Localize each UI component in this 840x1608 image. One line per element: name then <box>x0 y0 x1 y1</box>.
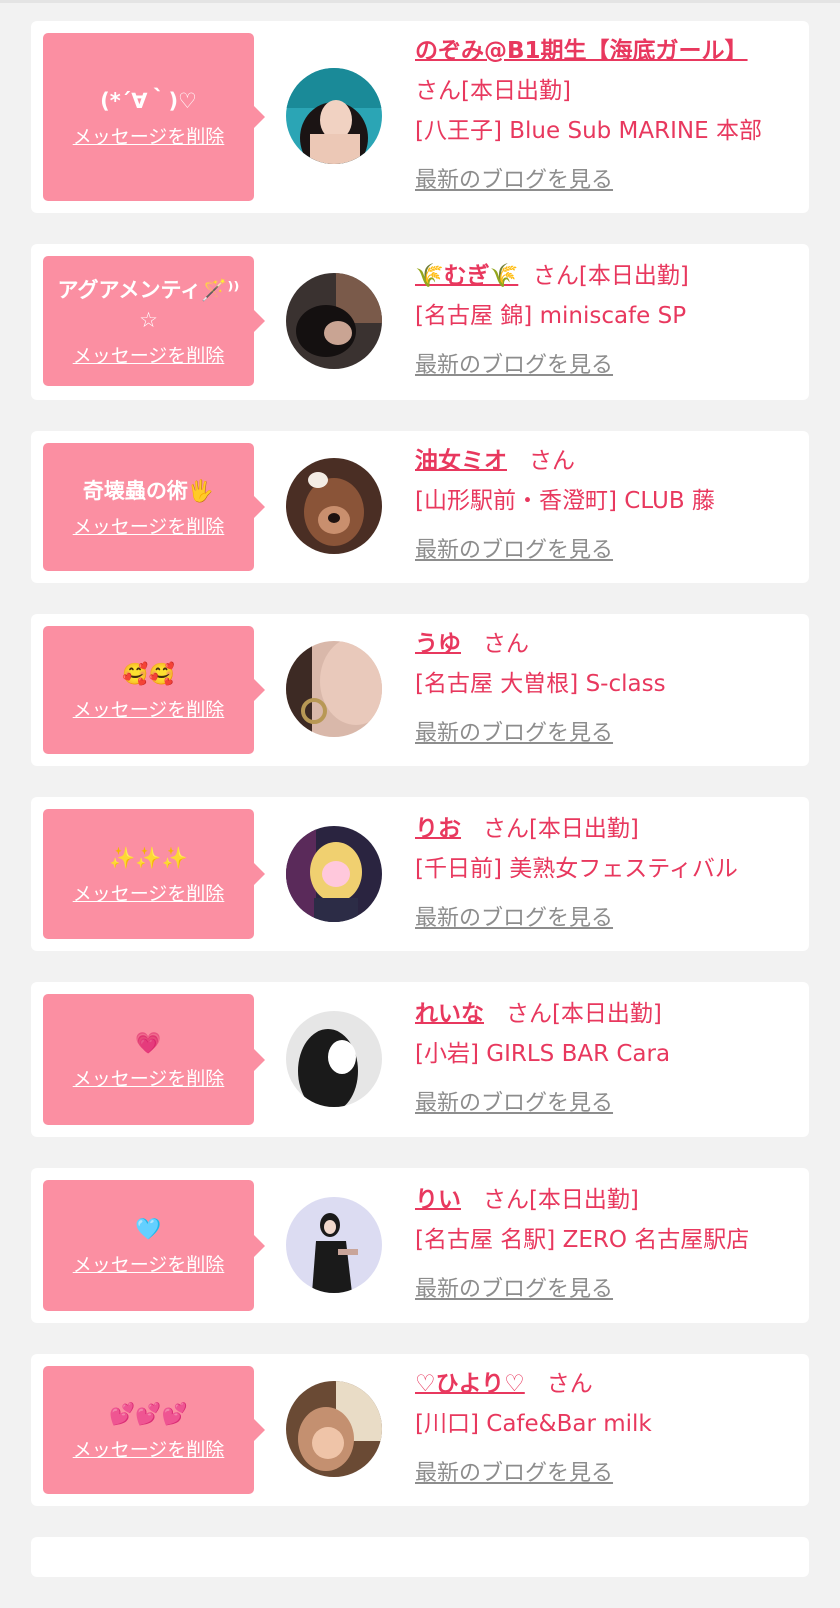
message-list: (*´∀｀)♡ メッセージを削除 のぞみ@B1期生【海底ガール】 さん[本日出勤… <box>31 21 809 1608</box>
message-bubble: ✨✨✨ メッセージを削除 <box>43 809 265 939</box>
delete-message-link[interactable]: メッセージを削除 <box>73 695 225 722</box>
avatar[interactable] <box>286 826 382 922</box>
girl-name-link[interactable]: りい <box>415 1187 461 1213</box>
shop-name: [八王子] Blue Sub MARINE 本部 <box>415 118 762 144</box>
san-label: さん <box>482 631 529 657</box>
avatar[interactable] <box>286 273 382 369</box>
delete-message-link[interactable]: メッセージを削除 <box>73 1435 225 1462</box>
avatar[interactable] <box>286 641 382 737</box>
shop-name: [名古屋 大曽根] S-class <box>415 671 666 697</box>
san-label: さん[本日出勤] <box>532 263 689 289</box>
list-item: 🥰🥰 メッセージを削除 うゆ さん [名古屋 大曽根] S-class 最新のブ… <box>31 614 809 766</box>
delete-message-link[interactable]: メッセージを削除 <box>73 512 225 539</box>
list-item: (*´∀｀)♡ メッセージを削除 のぞみ@B1期生【海底ガール】 さん[本日出勤… <box>31 21 809 213</box>
girl-name-link[interactable]: りお <box>415 816 461 842</box>
message-bubble: 💕💕💕 メッセージを削除 <box>43 1366 265 1494</box>
avatar[interactable] <box>286 68 382 164</box>
message-text: 💗 <box>135 1031 162 1055</box>
blog-link[interactable]: 最新のブログを見る <box>415 714 795 754</box>
delete-message-link[interactable]: メッセージを削除 <box>73 1064 225 1091</box>
avatar[interactable] <box>286 458 382 554</box>
top-divider <box>0 0 840 3</box>
message-text: 💕💕💕 <box>109 1401 188 1426</box>
list-item: アグアメンティ🪄⁾⁾☆ メッセージを削除 🌾むぎ🌾 さん[本日出勤] [名古屋 … <box>31 244 809 400</box>
message-text: (*´∀｀)♡ <box>100 88 197 113</box>
message-bubble: アグアメンティ🪄⁾⁾☆ メッセージを削除 <box>43 256 265 386</box>
shop-name: [名古屋 錦] miniscafe SP <box>415 303 687 329</box>
list-item: 💗 メッセージを削除 れいな さん[本日出勤] [小岩] GIRLS BAR C… <box>31 982 809 1137</box>
message-bubble: 💗 メッセージを削除 <box>43 994 265 1125</box>
avatar[interactable] <box>286 1197 382 1293</box>
message-bubble: 奇壊蟲の術🖐 メッセージを削除 <box>43 443 265 571</box>
message-bubble: 🥰🥰 メッセージを削除 <box>43 626 265 754</box>
san-label: さん <box>546 1371 593 1397</box>
shop-name: [川口] Cafe&Bar milk <box>415 1411 652 1437</box>
girl-name-link[interactable]: うゆ <box>415 631 461 657</box>
san-label: さん <box>528 448 575 474</box>
delete-message-link[interactable]: メッセージを削除 <box>73 1250 225 1277</box>
avatar[interactable] <box>286 1011 382 1107</box>
blog-link[interactable]: 最新のブログを見る <box>415 1454 795 1494</box>
girl-name-link[interactable]: れいな <box>415 1001 484 1027</box>
girl-name-link[interactable]: 油女ミオ <box>415 448 507 474</box>
list-item: ✨✨✨ メッセージを削除 りお さん[本日出勤] [千日前] 美熟女フェスティバ… <box>31 797 809 951</box>
delete-message-link[interactable]: メッセージを削除 <box>73 341 225 368</box>
message-bubble: (*´∀｀)♡ メッセージを削除 <box>43 33 265 201</box>
avatar[interactable] <box>286 1381 382 1477</box>
blog-link[interactable]: 最新のブログを見る <box>415 161 795 201</box>
san-label: さん[本日出勤] <box>482 1187 639 1213</box>
message-text: 🥰🥰 <box>122 661 175 686</box>
blog-link[interactable]: 最新のブログを見る <box>415 531 795 571</box>
san-label: さん[本日出勤] <box>415 78 571 104</box>
message-text: ✨✨✨ <box>109 845 188 870</box>
list-item <box>31 1537 809 1577</box>
list-item: 奇壊蟲の術🖐 メッセージを削除 油女ミオ さん [山形駅前・香澄町] CLUB … <box>31 431 809 583</box>
delete-message-link[interactable]: メッセージを削除 <box>73 879 225 906</box>
message-text: 🩵 <box>135 1217 162 1241</box>
shop-name: [名古屋 名駅] ZERO 名古屋駅店 <box>415 1227 750 1253</box>
delete-message-link[interactable]: メッセージを削除 <box>73 122 225 149</box>
girl-name-link[interactable]: ♡ひより♡ <box>415 1371 525 1397</box>
message-text: アグアメンティ🪄⁾⁾☆ <box>57 277 240 332</box>
san-label: さん[本日出勤] <box>482 816 639 842</box>
list-item: 🩵 メッセージを削除 りい さん[本日出勤] [名古屋 名駅] ZERO 名古屋… <box>31 1168 809 1323</box>
blog-link[interactable]: 最新のブログを見る <box>415 346 795 386</box>
girl-name-link[interactable]: のぞみ@B1期生【海底ガール】 <box>415 38 748 64</box>
shop-name: [小岩] GIRLS BAR Cara <box>415 1041 671 1067</box>
message-text: 奇壊蟲の術🖐 <box>82 478 215 503</box>
blog-link[interactable]: 最新のブログを見る <box>415 1270 795 1310</box>
blog-link[interactable]: 最新のブログを見る <box>415 1084 795 1124</box>
girl-name-link[interactable]: 🌾むぎ🌾 <box>415 263 518 289</box>
shop-name: [千日前] 美熟女フェスティバル <box>415 856 738 882</box>
san-label: さん[本日出勤] <box>505 1001 662 1027</box>
shop-name: [山形駅前・香澄町] CLUB 藤 <box>415 488 715 514</box>
blog-link[interactable]: 最新のブログを見る <box>415 899 795 939</box>
list-item: 💕💕💕 メッセージを削除 ♡ひより♡ さん [川口] Cafe&Bar milk… <box>31 1354 809 1506</box>
message-bubble: 🩵 メッセージを削除 <box>43 1180 265 1311</box>
